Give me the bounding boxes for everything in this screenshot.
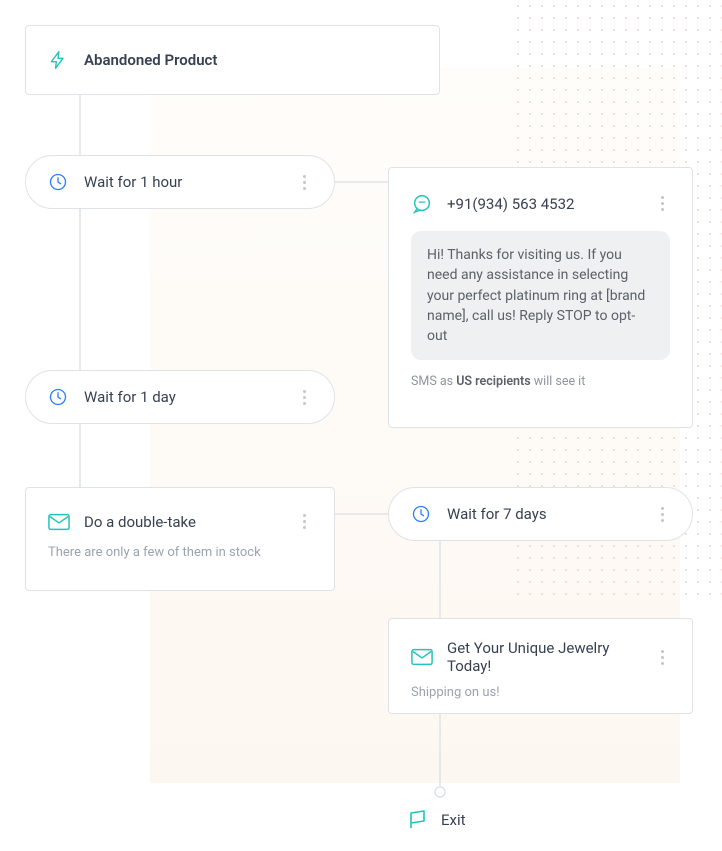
wait-node-3[interactable]: Wait for 7 days <box>388 487 693 541</box>
exit-node[interactable]: Exit <box>405 808 466 832</box>
wait-label: Wait for 7 days <box>447 505 547 523</box>
caption-tail: will see it <box>531 374 586 389</box>
clock-icon <box>48 172 68 192</box>
more-menu-button[interactable] <box>297 508 312 535</box>
caption-bold: US recipients <box>456 374 530 389</box>
clock-icon <box>48 387 68 407</box>
sms-preview-panel[interactable]: +91(934) 563 4532 Hi! Thanks for visitin… <box>388 167 693 428</box>
more-menu-button[interactable] <box>655 190 670 217</box>
more-menu-button[interactable] <box>655 501 670 528</box>
caption-lead: SMS as <box>411 374 456 389</box>
email-node-1[interactable]: Do a double-take There are only a few of… <box>25 487 335 591</box>
flag-icon <box>405 808 429 832</box>
email-title: Do a double-take <box>84 513 196 531</box>
email-title: Get Your Unique Jewelry Today! <box>447 639 641 675</box>
more-menu-button[interactable] <box>297 384 312 411</box>
lightning-icon <box>48 48 68 72</box>
envelope-icon <box>48 513 70 531</box>
email-node-2[interactable]: Get Your Unique Jewelry Today! Shipping … <box>388 618 693 714</box>
more-menu-button[interactable] <box>297 169 312 196</box>
wait-label: Wait for 1 day <box>84 388 176 406</box>
workflow-canvas: Abandoned Product Wait for 1 hour +91(93… <box>0 0 722 851</box>
sms-phone-number: +91(934) 563 4532 <box>447 195 574 213</box>
email-subtitle: There are only a few of them in stock <box>48 545 312 560</box>
sms-message-bubble: Hi! Thanks for visiting us. If you need … <box>411 231 670 360</box>
email-subtitle: Shipping on us! <box>411 685 670 700</box>
envelope-icon <box>411 648 433 666</box>
wait-node-1[interactable]: Wait for 1 hour <box>25 155 335 209</box>
chat-icon <box>411 193 433 215</box>
wait-node-2[interactable]: Wait for 1 day <box>25 370 335 424</box>
clock-icon <box>411 504 431 524</box>
sms-preview-caption: SMS as US recipients will see it <box>411 374 670 389</box>
wait-label: Wait for 1 hour <box>84 173 182 191</box>
more-menu-button[interactable] <box>655 644 670 671</box>
exit-label: Exit <box>441 811 466 829</box>
trigger-node[interactable]: Abandoned Product <box>25 25 440 95</box>
trigger-label: Abandoned Product <box>84 51 217 69</box>
